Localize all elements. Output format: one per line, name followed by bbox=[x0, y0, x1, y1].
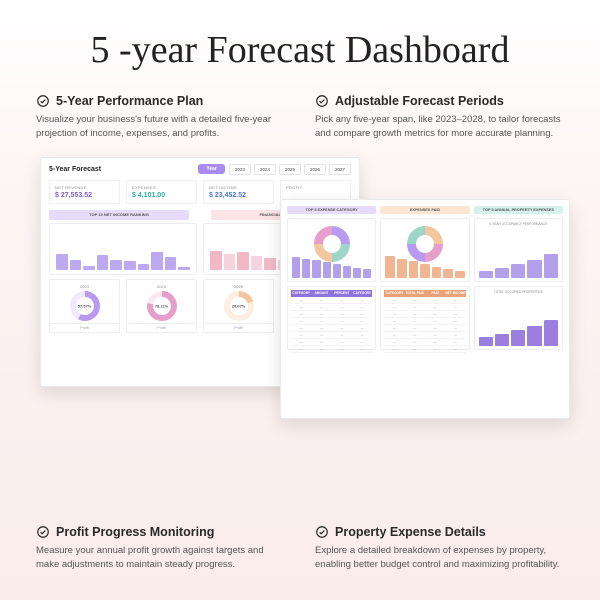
bar bbox=[83, 266, 95, 270]
year-tab-2023[interactable]: 2023 bbox=[229, 164, 251, 175]
bar bbox=[97, 255, 109, 269]
bar bbox=[178, 267, 190, 270]
dashboard-title: 5-Year Forecast bbox=[49, 166, 101, 173]
check-circle-icon bbox=[315, 94, 329, 108]
section-header-expense-category: TOP 5 EXPENSE CATEGORY bbox=[287, 206, 376, 214]
check-circle-icon bbox=[36, 525, 50, 539]
year-tab-2027[interactable]: 2027 bbox=[329, 164, 351, 175]
feature-heading: 5-Year Performance Plan bbox=[56, 94, 203, 108]
year-selector-button[interactable]: Year bbox=[198, 164, 225, 174]
feature-performance-plan: 5-Year Performance Plan Visualize your b… bbox=[36, 94, 285, 141]
dashboard-stage: 5-Year Forecast Year 2023202420252026202… bbox=[0, 153, 600, 463]
feature-body: Explore a detailed breakdown of expenses… bbox=[315, 544, 564, 572]
bar bbox=[56, 254, 68, 270]
chart-expenses-paid-donut bbox=[380, 218, 469, 282]
kpi-card: NET REVENUE$ 27,553.52 bbox=[49, 180, 120, 204]
bar bbox=[124, 261, 136, 269]
dashboard-analytics-card: TOP 5 EXPENSE CATEGORY EXPENSES PAID TOP… bbox=[280, 199, 570, 419]
kpi-card: NET INCOME$ 23,452.52 bbox=[203, 180, 274, 204]
section-header-ranking: TOP 10 NET INCOME RANKING bbox=[49, 210, 189, 220]
feature-body: Visualize your business's future with a … bbox=[36, 113, 285, 141]
section-header-expenses-paid: EXPENSES PAID bbox=[380, 206, 469, 214]
year-tab-2025[interactable]: 2025 bbox=[279, 164, 301, 175]
kpi-card: EXPENSES$ 4,101.00 bbox=[126, 180, 197, 204]
feature-heading: Property Expense Details bbox=[335, 525, 486, 539]
profit-ring-2023: 202357.57%Profit bbox=[49, 279, 120, 333]
feature-heading: Profit Progress Monitoring bbox=[56, 525, 214, 539]
profit-ring-2024: 202478.11%Profit bbox=[126, 279, 197, 333]
feature-heading: Adjustable Forecast Periods bbox=[335, 94, 504, 108]
bar bbox=[165, 257, 177, 269]
table-category-breakdown: CATEGORYAMOUNTPERCENTCATEGORY ——————————… bbox=[287, 286, 376, 350]
feature-profit-monitoring: Profit Progress Monitoring Measure your … bbox=[36, 525, 285, 572]
chart-expense-donut bbox=[287, 218, 376, 282]
bar bbox=[138, 264, 150, 269]
feature-row-top: 5-Year Performance Plan Visualize your b… bbox=[0, 94, 600, 141]
bar bbox=[110, 260, 122, 269]
year-tab-2024[interactable]: 2024 bbox=[254, 164, 276, 175]
section-header-property-expenses: TOP 5 ANNUAL PROPERTY EXPENSES bbox=[474, 206, 563, 214]
table-paid-breakdown: CATEGORYTOTAL PAIDPAIDNET INCOME ———————… bbox=[380, 286, 469, 350]
check-circle-icon bbox=[36, 94, 50, 108]
year-tab-2026[interactable]: 2026 bbox=[304, 164, 326, 175]
chart-net-income-ranking bbox=[49, 223, 197, 275]
feature-body: Pick any five-year span, like 2023–2028,… bbox=[315, 113, 564, 141]
feature-body: Measure your annual profit growth agains… bbox=[36, 544, 285, 572]
bar bbox=[151, 252, 163, 269]
feature-expense-details: Property Expense Details Explore a detai… bbox=[315, 525, 564, 572]
feature-adjustable-periods: Adjustable Forecast Periods Pick any fiv… bbox=[315, 94, 564, 141]
feature-row-bottom: Profit Progress Monitoring Measure your … bbox=[0, 525, 600, 572]
bar bbox=[70, 260, 82, 270]
page-title: 5 -year Forecast Dashboard bbox=[0, 0, 600, 94]
chart-total-occupied: TOTAL OCCUPIED PROPERTIES bbox=[474, 286, 563, 350]
chart-occupancy-performance: 5-YEAR OCCUPANCY PERFORMANCE bbox=[474, 218, 563, 282]
check-circle-icon bbox=[315, 525, 329, 539]
profit-ring-2025: 202520.07%Profit bbox=[203, 279, 274, 333]
